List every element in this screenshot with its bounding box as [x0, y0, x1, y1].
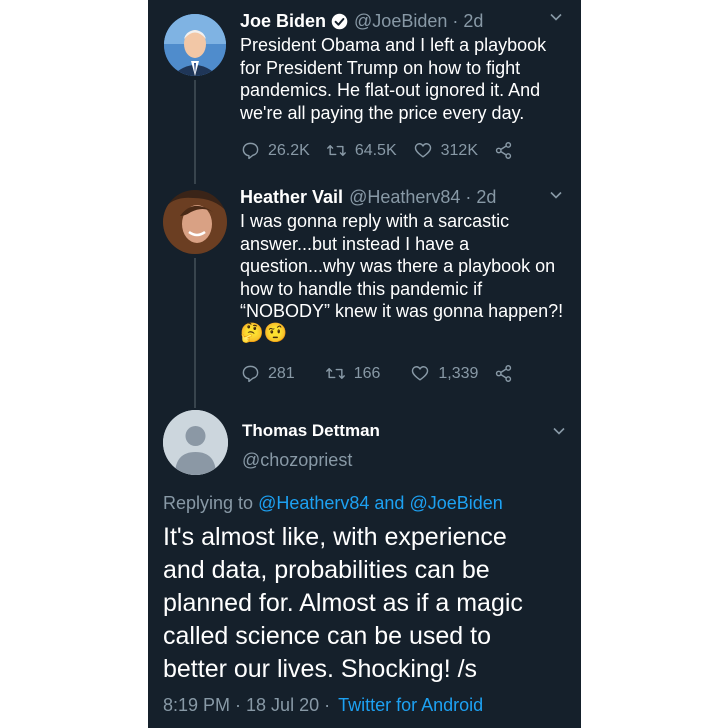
tweet-line: question...why was there a playbook on — [240, 256, 556, 276]
tweet-line: “NOBODY” knew it was gonna happen?! — [240, 301, 564, 321]
thinking-face-emoji: 🤔 — [240, 323, 264, 345]
default-profile-icon — [163, 410, 228, 475]
tweet-header: Heather Vail @Heatherv84 · 2d — [240, 186, 496, 208]
user-handle[interactable]: @JoeBiden — [354, 11, 447, 32]
replying-to: Replying to @Heatherv84 and @JoeBiden — [163, 493, 503, 514]
chevron-down-icon[interactable] — [549, 10, 563, 29]
avatar-heather-vail[interactable] — [163, 190, 227, 254]
retweet-button[interactable]: 64.5K — [326, 141, 397, 160]
user-handle[interactable]: @chozopriest — [242, 450, 352, 471]
thread-line — [194, 80, 196, 184]
avatar-joe-biden[interactable] — [164, 14, 226, 76]
reply-icon — [242, 365, 259, 383]
like-button[interactable]: 1,339 — [410, 364, 478, 383]
tweet-line: how to handle this pandemic if — [240, 278, 483, 299]
tweet-line: President Obama and I left a playbook — [240, 35, 547, 55]
tweet-line: and data, probabilities can be — [163, 556, 490, 584]
reply-count: 281 — [268, 364, 295, 382]
avatar-thomas-dettman[interactable] — [163, 410, 228, 475]
tweet-footer: 8:19 PM · 18 Jul 20 · Twitter for Androi… — [163, 695, 483, 716]
avatar-image — [164, 14, 226, 76]
reply-count: 26.2K — [268, 141, 310, 159]
tweet-line: It's almost like, with experience — [163, 523, 507, 551]
like-count: 1,339 — [438, 364, 479, 382]
main-tweet-text: It's almost like, with experience and da… — [163, 521, 575, 686]
tweet-line: pandemics. He flat-out ignored it. And — [240, 80, 541, 100]
tweet-source-link[interactable]: Twitter for Android — [338, 695, 483, 715]
tweet-line: better our lives. Shocking! /s — [163, 655, 478, 683]
replying-to-users-link[interactable]: @Heatherv84 and @JoeBiden — [258, 493, 503, 513]
replying-to-label: Replying to — [163, 493, 254, 513]
emoji-row: 🤔 🤨 — [240, 323, 570, 347]
tweet-header: Joe Biden @JoeBiden · 2d — [240, 10, 483, 32]
twitter-thread-screen: Joe Biden @JoeBiden · 2d President Obama… — [148, 0, 581, 728]
user-handle[interactable]: @Heatherv84 — [349, 187, 460, 208]
tweet-timestamp[interactable]: 8:19 PM · 18 Jul 20 · — [163, 695, 330, 715]
share-button[interactable] — [494, 364, 521, 383]
retweet-count: 166 — [353, 364, 381, 382]
share-button[interactable] — [494, 141, 521, 160]
tweet-line: we're all paying the price every day. — [240, 102, 525, 123]
reply-button[interactable]: 281 — [241, 364, 295, 383]
tweet-time[interactable]: · 2d — [452, 11, 483, 32]
tweet-text: President Obama and I left a playbook fo… — [240, 34, 570, 124]
tweet-line: for President Trump on how to fight — [240, 57, 521, 78]
display-name[interactable]: Heather Vail — [240, 187, 343, 208]
tweet-actions: 281 166 1,339 — [241, 364, 521, 383]
display-name[interactable]: Joe Biden — [240, 11, 326, 32]
tweet-line: answer...but instead I have a — [240, 233, 470, 254]
reply-icon — [242, 142, 259, 160]
heart-icon — [414, 143, 431, 158]
tweet-text: I was gonna reply with a sarcastic answe… — [240, 210, 570, 347]
avatar-image — [163, 190, 227, 254]
display-name[interactable]: Thomas Dettman — [242, 421, 380, 441]
retweet-icon — [325, 368, 345, 379]
heart-icon — [412, 366, 429, 381]
tweet-actions: 26.2K 64.5K 312K — [241, 141, 521, 160]
retweet-count: 64.5K — [354, 141, 397, 159]
share-icon — [495, 142, 512, 159]
thread-line — [194, 258, 196, 408]
tweet-line: I was gonna reply with a sarcastic — [240, 211, 510, 231]
retweet-button[interactable]: 166 — [325, 364, 381, 383]
tweet-time[interactable]: · 2d — [465, 187, 496, 208]
chevron-down-icon[interactable] — [552, 424, 566, 443]
raised-eyebrow-emoji: 🤨 — [263, 323, 288, 345]
share-icon — [496, 365, 512, 382]
like-button[interactable]: 312K — [413, 141, 478, 160]
tweet-line: planned for. Almost as if a magic — [163, 589, 523, 617]
retweet-icon — [326, 145, 346, 156]
tweet-line: called science can be used to — [163, 622, 491, 650]
like-count: 312K — [440, 141, 478, 159]
reply-button[interactable]: 26.2K — [241, 141, 310, 160]
verified-badge-icon — [331, 13, 348, 30]
chevron-down-icon[interactable] — [549, 188, 563, 207]
